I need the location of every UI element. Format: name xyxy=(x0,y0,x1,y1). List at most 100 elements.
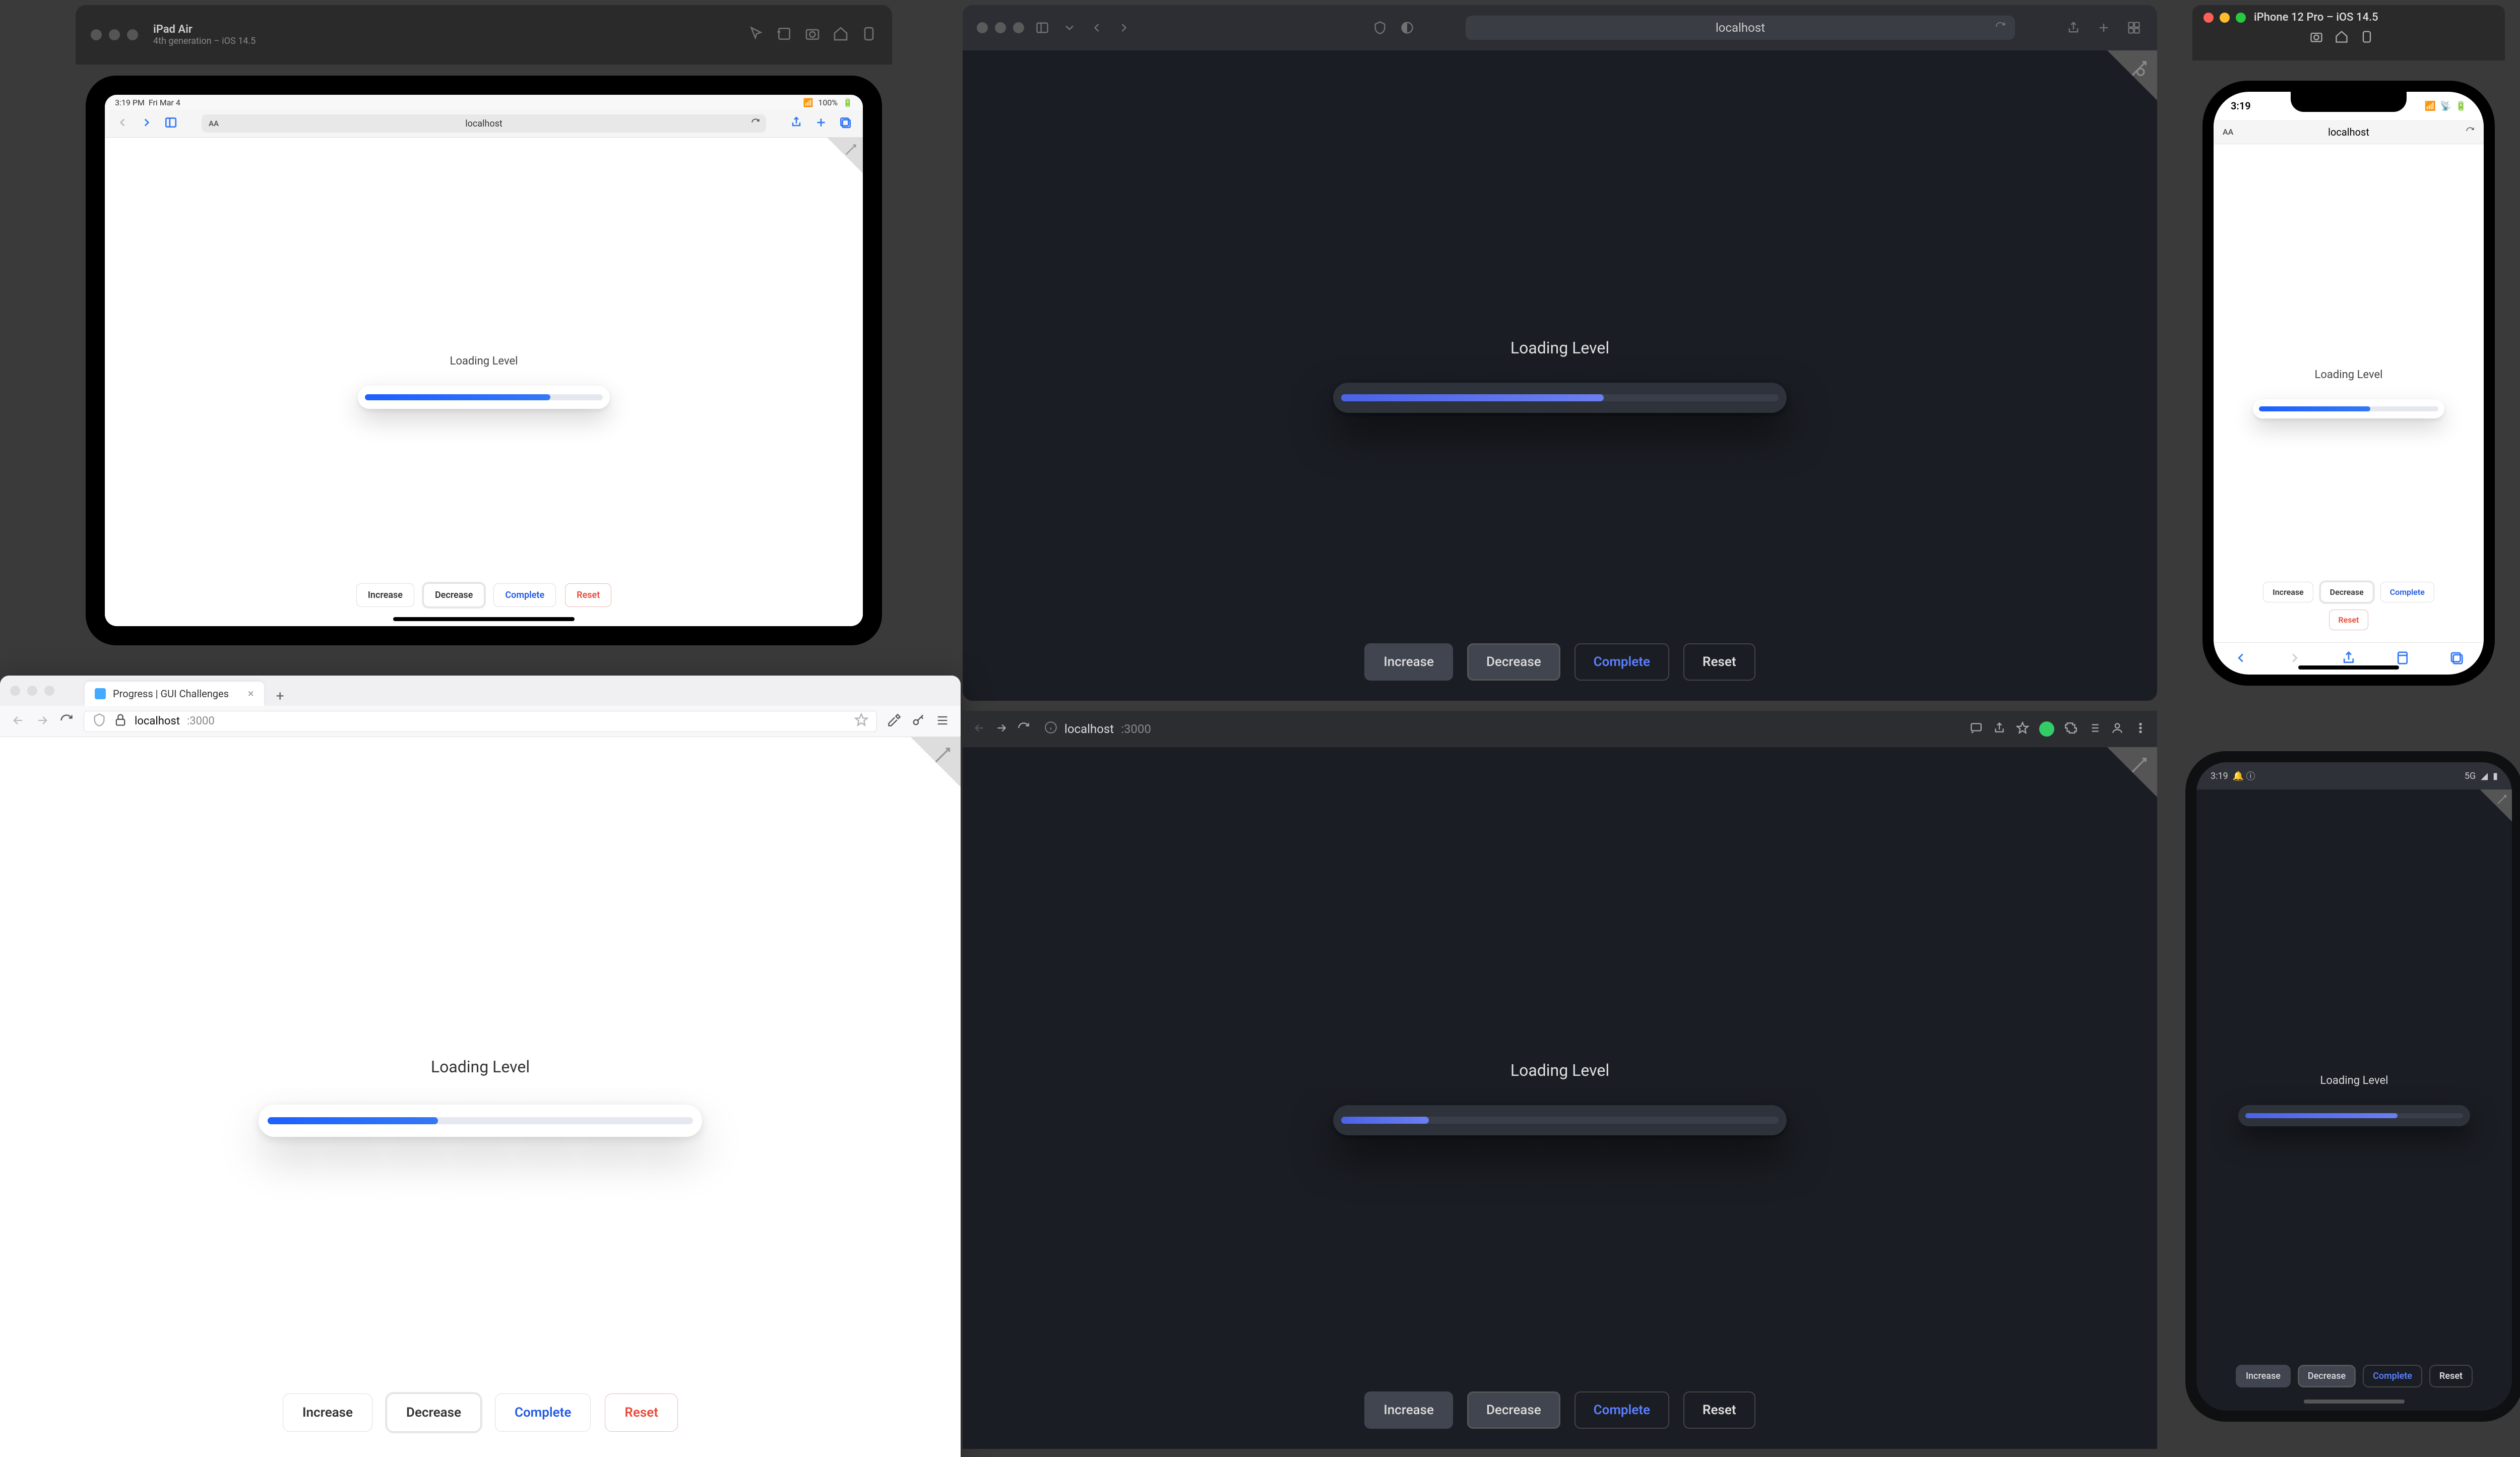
appearance-icon[interactable] xyxy=(1398,19,1416,37)
rotate-icon[interactable] xyxy=(776,26,792,44)
progress-fill xyxy=(2259,406,2370,411)
back-icon[interactable] xyxy=(1088,19,1106,37)
increase-button[interactable]: Increase xyxy=(1364,643,1453,681)
url-bar[interactable]: localhost xyxy=(1466,16,2015,40)
devtools-corner-badge[interactable] xyxy=(890,737,961,808)
window-traffic-lights[interactable] xyxy=(977,22,1024,33)
share-icon[interactable] xyxy=(790,116,803,131)
key-icon[interactable] xyxy=(911,713,925,730)
forward-icon[interactable] xyxy=(35,713,49,730)
eyedropper-icon[interactable] xyxy=(887,713,901,730)
decrease-button[interactable]: Decrease xyxy=(2298,1365,2356,1387)
tabs-icon[interactable] xyxy=(2125,19,2143,37)
page-content: Loading Level Increase Decrease Complete… xyxy=(2196,790,2512,1411)
ipad-url-bar[interactable]: AA localhost xyxy=(202,114,766,133)
progress-fill xyxy=(268,1117,438,1124)
increase-button[interactable]: Increase xyxy=(283,1393,372,1432)
reset-button[interactable]: Reset xyxy=(1683,643,1755,681)
reader-aa-icon[interactable]: AA xyxy=(209,119,219,128)
reset-button[interactable]: Reset xyxy=(565,583,611,607)
decrease-button[interactable]: Decrease xyxy=(1467,643,1560,681)
window-traffic-lights[interactable] xyxy=(2203,13,2246,23)
decrease-button[interactable]: Decrease xyxy=(1467,1391,1560,1429)
new-tab-icon[interactable] xyxy=(2095,19,2113,37)
close-icon[interactable]: × xyxy=(248,688,254,700)
cast-icon[interactable] xyxy=(1970,721,1983,737)
forward-icon[interactable] xyxy=(140,116,153,131)
sidebar-icon[interactable] xyxy=(164,116,177,131)
bookmarks-icon[interactable] xyxy=(2395,650,2410,667)
reload-icon[interactable] xyxy=(1017,721,1030,737)
decrease-button[interactable]: Decrease xyxy=(423,583,484,607)
complete-button[interactable]: Complete xyxy=(2363,1365,2422,1387)
forward-icon[interactable] xyxy=(995,721,1008,737)
increase-button[interactable]: Increase xyxy=(2236,1365,2291,1387)
reset-button[interactable]: Reset xyxy=(1683,1391,1755,1429)
share-icon[interactable] xyxy=(2341,650,2356,667)
url-text: localhost xyxy=(1716,21,1765,35)
complete-button[interactable]: Complete xyxy=(1574,1391,1669,1429)
tabs-icon[interactable] xyxy=(2449,650,2464,667)
list-icon[interactable] xyxy=(2088,721,2101,737)
decrease-button[interactable]: Decrease xyxy=(387,1393,481,1432)
devtools-corner-badge[interactable] xyxy=(2087,747,2157,818)
back-icon[interactable] xyxy=(973,721,986,737)
sidebar-icon[interactable] xyxy=(1033,19,1051,37)
bookmark-icon[interactable] xyxy=(854,713,868,730)
shield-icon[interactable] xyxy=(92,713,106,730)
pointer-icon[interactable] xyxy=(748,26,764,44)
complete-button[interactable]: Complete xyxy=(495,1393,591,1432)
increase-button[interactable]: Increase xyxy=(1364,1391,1453,1429)
reload-icon[interactable] xyxy=(1995,21,2006,34)
extension-icon[interactable] xyxy=(2039,721,2054,737)
screenshot-icon[interactable] xyxy=(2309,30,2323,46)
reload-icon[interactable] xyxy=(751,118,760,130)
back-icon[interactable] xyxy=(116,116,129,131)
devtools-corner-badge[interactable] xyxy=(812,138,863,188)
forward-icon[interactable] xyxy=(1115,19,1133,37)
new-tab-icon[interactable] xyxy=(814,116,828,131)
window-traffic-lights[interactable] xyxy=(10,686,54,696)
siri-icon[interactable] xyxy=(861,26,877,44)
devtools-corner-badge[interactable] xyxy=(2467,790,2512,835)
shield-icon[interactable] xyxy=(1371,19,1389,37)
complete-button[interactable]: Complete xyxy=(1574,643,1669,681)
decrease-button[interactable]: Decrease xyxy=(2320,582,2373,602)
tabs-icon[interactable] xyxy=(839,116,852,131)
more-icon[interactable] xyxy=(2134,721,2147,737)
reset-button[interactable]: Reset xyxy=(2429,1365,2473,1387)
url-bar[interactable]: localhost:3000 xyxy=(84,711,877,732)
page-content: Loading Level Increase Decrease Complete… xyxy=(0,737,961,1457)
devtools-corner-badge[interactable] xyxy=(2087,50,2157,121)
increase-button[interactable]: Increase xyxy=(356,583,414,607)
reload-icon[interactable] xyxy=(59,713,74,730)
reload-icon[interactable] xyxy=(2466,126,2475,138)
iphone-url-bar[interactable]: AA localhost xyxy=(2214,120,2484,144)
url-bar[interactable]: localhost:3000 xyxy=(1044,721,1961,737)
share-icon[interactable] xyxy=(1993,721,2006,737)
screenshot-icon[interactable] xyxy=(804,26,821,44)
home-icon[interactable] xyxy=(2335,30,2349,46)
back-icon[interactable] xyxy=(11,713,25,730)
back-icon[interactable] xyxy=(2233,650,2248,667)
reset-button[interactable]: Reset xyxy=(2329,610,2369,630)
ipad-safari-toolbar: AA localhost xyxy=(105,110,863,138)
reader-aa-icon[interactable]: AA xyxy=(2223,127,2233,137)
share-icon[interactable] xyxy=(2064,19,2083,37)
complete-button[interactable]: Complete xyxy=(2380,582,2434,602)
forward-icon[interactable] xyxy=(2287,650,2302,667)
new-tab-button[interactable]: + xyxy=(270,686,290,706)
window-traffic-lights[interactable] xyxy=(91,29,138,40)
chevron-down-icon[interactable] xyxy=(1060,19,1079,37)
reset-button[interactable]: Reset xyxy=(605,1393,678,1432)
extensions-icon[interactable] xyxy=(2064,721,2077,737)
home-icon[interactable] xyxy=(833,26,849,44)
info-icon[interactable] xyxy=(1044,721,1057,737)
complete-button[interactable]: Complete xyxy=(493,583,556,607)
bookmark-icon[interactable] xyxy=(2016,721,2029,737)
menu-icon[interactable] xyxy=(935,713,950,730)
siri-icon[interactable] xyxy=(2360,30,2374,46)
profile-icon[interactable] xyxy=(2111,721,2124,737)
increase-button[interactable]: Increase xyxy=(2263,582,2313,602)
browser-tab[interactable]: Progress | GUI Challenges × xyxy=(85,682,264,706)
